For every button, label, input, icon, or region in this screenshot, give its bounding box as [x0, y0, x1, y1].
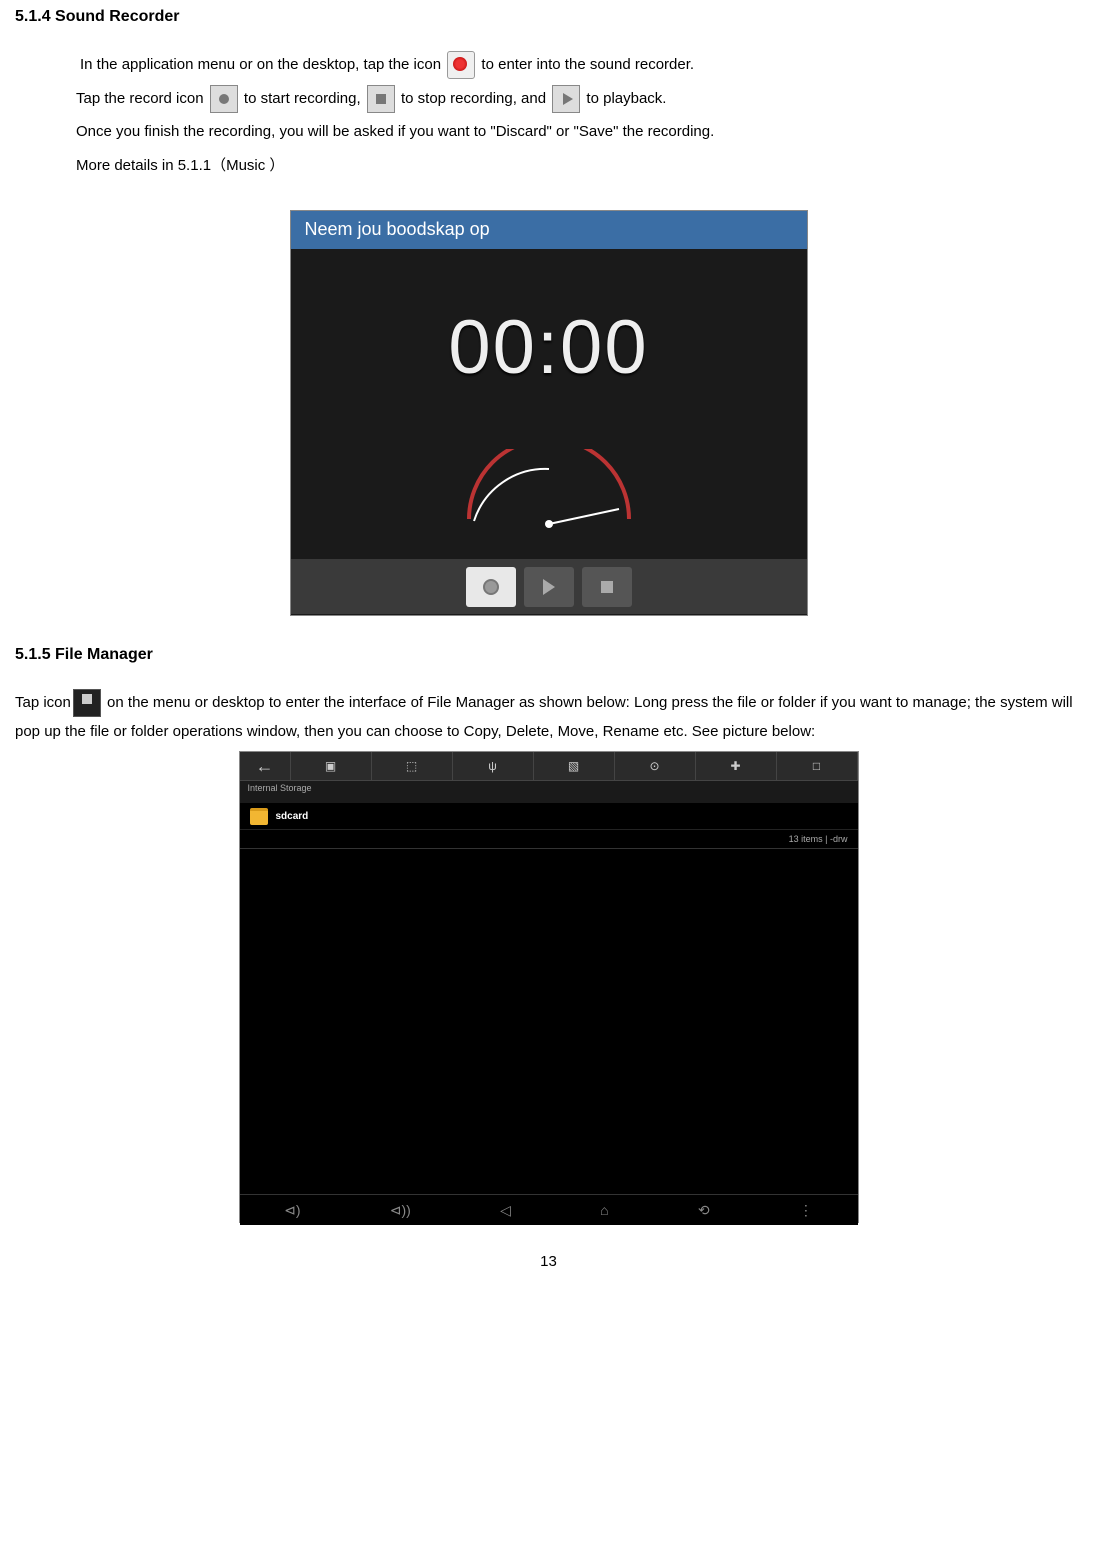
folder-icon	[250, 808, 268, 825]
android-nav-bar: ⊲) ⊲)) ◁ ⌂ ⟲ ⋮	[240, 1194, 858, 1225]
page-number: 13	[15, 1253, 1082, 1270]
recorder-control-bar	[291, 559, 807, 614]
folder-meta-row: 13 items | -drw	[240, 830, 858, 849]
paragraph-controls: Tap the record icon to start recording, …	[76, 85, 1082, 114]
toolbar-icon[interactable]: ⬚	[372, 752, 453, 780]
record-button[interactable]	[466, 567, 516, 607]
play-triangle-icon	[543, 579, 555, 595]
paragraph-intro: In the application menu or on the deskto…	[80, 51, 1082, 80]
fm-toolbar: ← ▣ ⬚ ψ ▧ ⊙ ✚ □	[240, 752, 858, 781]
microphone-icon	[447, 51, 475, 79]
fm-empty-area	[240, 849, 858, 1194]
folder-meta: 13 items | -drw	[789, 834, 848, 844]
toolbar-icon[interactable]: ψ	[453, 752, 534, 780]
text: to enter into the sound recorder.	[481, 56, 694, 73]
file-manager-icon	[73, 689, 101, 717]
paragraph-file-manager: Tap icon on the menu or desktop to enter…	[15, 689, 1082, 746]
toolbar-icon[interactable]: ✚	[696, 752, 777, 780]
paragraph-discard-save: Once you finish the recording, you will …	[76, 118, 1082, 147]
toolbar-icon[interactable]: ⊙	[615, 752, 696, 780]
nav-home-icon[interactable]: ⌂	[600, 1202, 608, 1218]
folder-row[interactable]: sdcard	[240, 803, 858, 830]
recorder-body: 00:00	[291, 249, 807, 559]
text: Tap the record icon	[76, 90, 208, 107]
section-heading-sound-recorder: 5.1.4 Sound Recorder	[15, 8, 1082, 26]
file-manager-screenshot: ← ▣ ⬚ ψ ▧ ⊙ ✚ □ Internal Storage sdcard …	[239, 751, 859, 1223]
text: on the menu or desktop to enter the inte…	[15, 694, 1073, 740]
text: to playback.	[586, 90, 666, 107]
recorder-title-bar: Neem jou boodskap op	[291, 211, 807, 249]
record-icon	[210, 85, 238, 113]
volume-up-icon[interactable]: ⊲))	[390, 1202, 411, 1219]
paragraph-more-details: More details in 5.1.1（Music ）	[76, 152, 1082, 181]
text: to stop recording, and	[401, 90, 550, 107]
record-dot-icon	[483, 579, 499, 595]
text: In the application menu or on the deskto…	[80, 56, 445, 73]
volume-down-icon[interactable]: ⊲)	[284, 1202, 300, 1219]
nav-recent-icon[interactable]: ⟲	[698, 1202, 710, 1219]
recorder-timer: 00:00	[291, 249, 807, 391]
stop-button[interactable]	[582, 567, 632, 607]
vu-meter-gauge	[449, 449, 649, 529]
folder-name: sdcard	[276, 811, 848, 822]
play-icon	[552, 85, 580, 113]
fm-path-bar: Internal Storage	[240, 781, 858, 803]
nav-back-icon[interactable]: ◁	[500, 1202, 511, 1219]
text: to start recording,	[244, 90, 365, 107]
back-button[interactable]: ←	[240, 752, 291, 780]
stop-square-icon	[601, 581, 613, 593]
text: Tap icon	[15, 694, 71, 711]
section-heading-file-manager: 5.1.5 File Manager	[15, 646, 1082, 664]
play-button[interactable]	[524, 567, 574, 607]
nav-menu-icon[interactable]: ⋮	[799, 1202, 813, 1219]
toolbar-icon[interactable]: □	[777, 752, 858, 780]
toolbar-icon[interactable]: ▣	[291, 752, 372, 780]
toolbar-icon[interactable]: ▧	[534, 752, 615, 780]
sound-recorder-screenshot: Neem jou boodskap op 00:00	[290, 210, 808, 616]
stop-icon	[367, 85, 395, 113]
